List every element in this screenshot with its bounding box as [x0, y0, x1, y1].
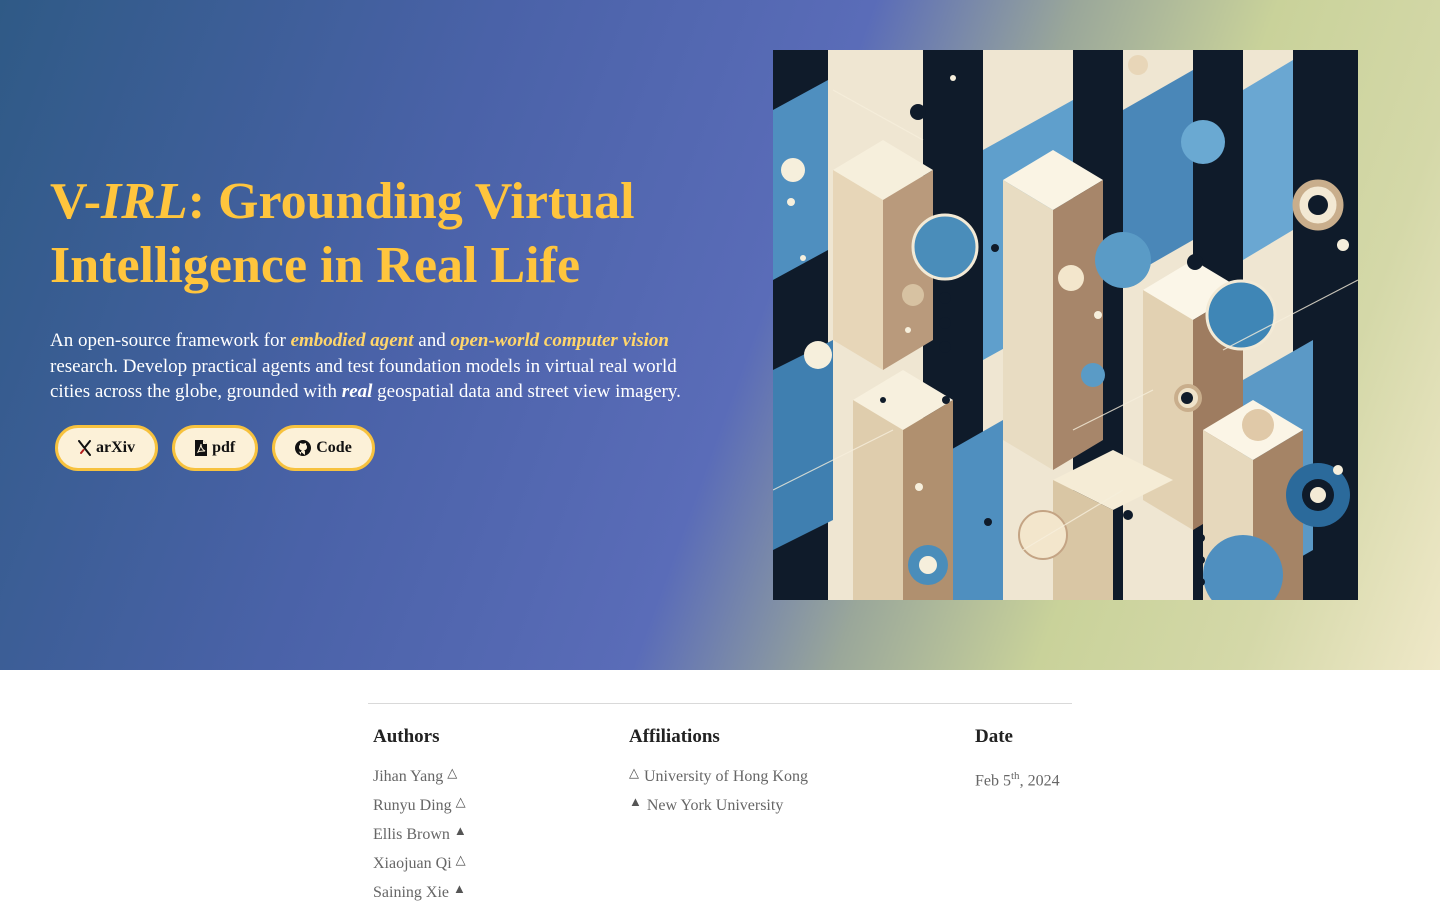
pdf-icon [195, 440, 208, 456]
author-item: Saining Xie ▲ [373, 878, 467, 907]
affiliation-mark: △ [447, 765, 458, 780]
pdf-button-label: pdf [212, 439, 236, 456]
pdf-button[interactable]: pdf [172, 425, 259, 471]
code-button-label: Code [316, 439, 352, 456]
abstract-city-illustration [773, 50, 1358, 600]
author-item: Jihan Yang △ [373, 762, 467, 791]
date-column: Date Feb 5th, 2024 [975, 726, 1060, 795]
hero-subtitle: An open-source framework for embodied ag… [50, 330, 681, 402]
affiliation-mark: ▲ [629, 794, 642, 809]
arxiv-button[interactable]: arXiv [55, 425, 159, 471]
github-icon [295, 440, 312, 456]
affiliation-mark: ▲ [453, 823, 467, 838]
paper-info: Authors Jihan Yang △ Runyu Ding △ Ellis … [368, 703, 1072, 901]
affiliations-column: Affiliations △ University of Hong Kong ▲ N… [629, 726, 808, 820]
hero-text: V-IRL: Grounding Virtual Intelligence in… [50, 170, 710, 405]
affiliation-mark: △ [629, 765, 639, 780]
authors-column: Authors Jihan Yang △ Runyu Ding △ Ellis … [373, 726, 467, 907]
page-title: V-IRL: Grounding Virtual Intelligence in… [50, 173, 635, 294]
arxiv-icon [78, 440, 91, 456]
code-button[interactable]: Code [272, 425, 375, 471]
hero-illustration [773, 50, 1358, 600]
link-buttons: arXiv pdf Code [55, 425, 375, 471]
publication-date: Feb 5th, 2024 [975, 770, 1060, 790]
arxiv-button-label: arXiv [96, 439, 136, 456]
authors-heading: Authors [373, 726, 440, 747]
author-item: Runyu Ding △ [373, 791, 467, 820]
affiliation-item: △ University of Hong Kong [629, 762, 808, 791]
hero-banner: V-IRL: Grounding Virtual Intelligence in… [0, 0, 1440, 670]
affiliation-item: ▲ New York University [629, 791, 808, 820]
date-heading: Date [975, 726, 1013, 747]
affiliations-heading: Affiliations [629, 726, 720, 747]
affiliation-mark: ▲ [453, 881, 466, 896]
affiliation-mark: △ [455, 852, 466, 867]
affiliation-mark: △ [455, 794, 466, 809]
author-item: Ellis Brown ▲ [373, 820, 467, 849]
